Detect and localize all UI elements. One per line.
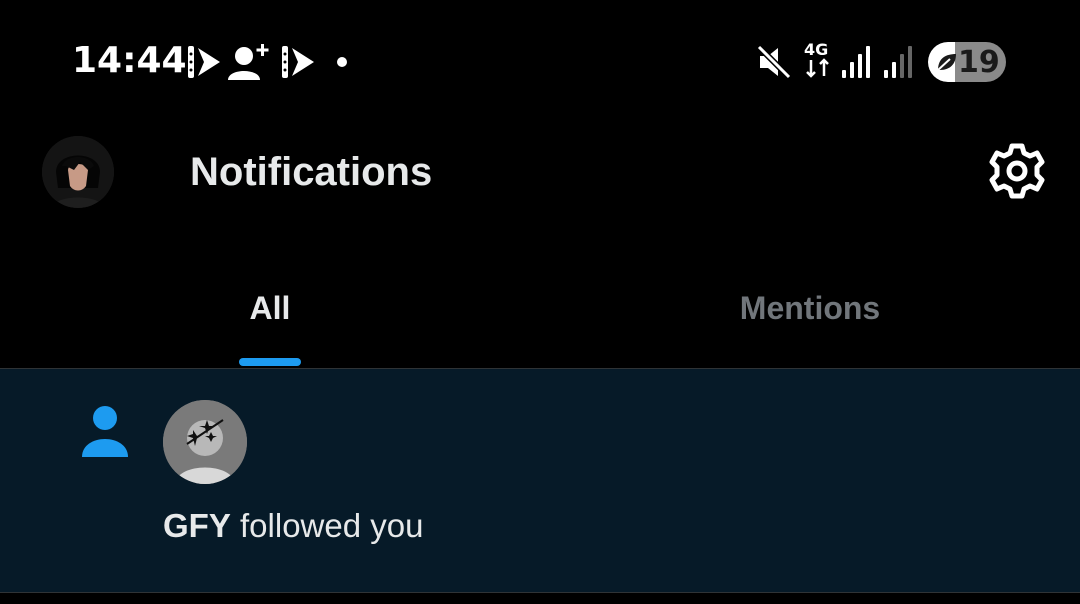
profile-avatar-image [42,136,114,208]
page-title: Notifications [190,150,433,194]
status-bar: 14:44 4G 19 [0,0,1080,124]
profile-avatar[interactable] [42,136,114,208]
tab-all[interactable]: All [0,260,540,368]
signal-icon [842,46,870,78]
person-icon [82,406,128,457]
tab-mentions[interactable]: Mentions [540,260,1080,368]
signal-icon [884,46,912,78]
notification-text: GFY followed you [163,507,423,545]
charging-leaf-icon [937,54,956,71]
add-person-icon [228,44,269,80]
follower-avatar-image [163,400,247,484]
notification-action: followed you [240,507,424,544]
divider [0,592,1080,593]
battery-level: 19 [958,45,1000,80]
tab-active-indicator [239,358,301,366]
mute-icon [756,44,792,80]
media-play-icon [188,46,220,78]
gear-icon[interactable] [986,140,1048,202]
network-label: 4G [804,40,829,59]
media-play-icon [282,46,314,78]
dot-icon [337,57,347,67]
status-time: 14:44 [72,40,187,81]
tab-bar: All Mentions [0,260,1080,368]
battery-icon: 19 [928,42,1006,82]
follower-avatar[interactable] [163,400,247,484]
notification-username[interactable]: GFY [163,507,231,544]
network-4g-icon: 4G [804,42,832,82]
notification-item[interactable]: GFY followed you [0,369,1080,592]
